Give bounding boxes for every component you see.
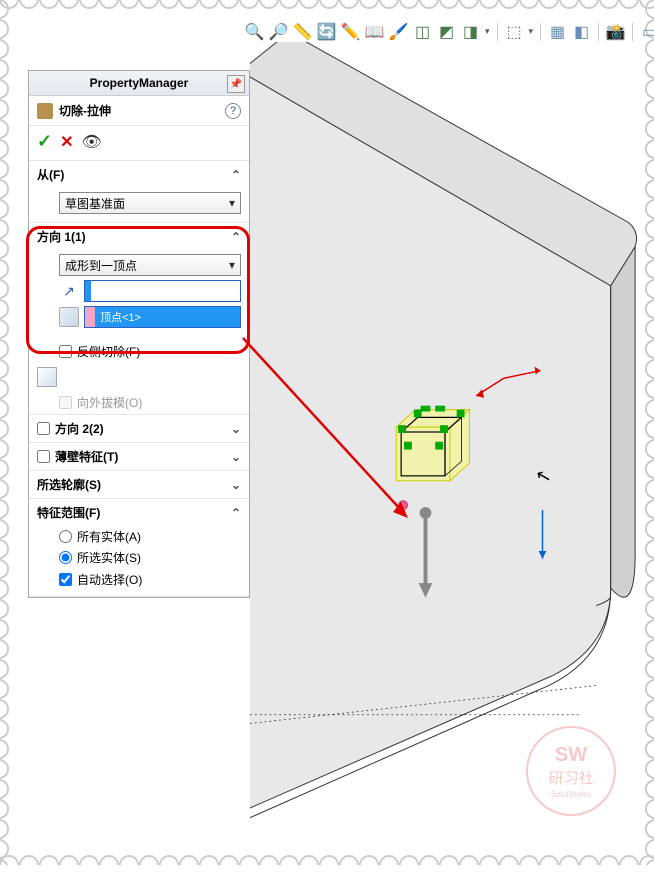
thin-feature-section-header[interactable]: 薄壁特征(T)⌄ <box>29 443 249 470</box>
vertex-selection-box[interactable]: 顶点<1> <box>84 306 241 328</box>
end-condition-combo[interactable]: 成形到一顶点 <box>59 254 241 276</box>
camera-icon[interactable]: 📸 <box>606 22 625 41</box>
ruler-icon[interactable]: 📏 <box>293 22 312 41</box>
zoom-fit-icon[interactable]: 🔍 <box>245 22 264 41</box>
auto-select-checkbox[interactable]: 自动选择(O) <box>29 568 249 596</box>
rotate-icon[interactable]: 🔄 <box>317 22 336 41</box>
cut-extrude-icon <box>37 103 53 119</box>
flip-side-checkbox[interactable]: 反侧切除(F) <box>29 340 249 363</box>
grid-icon[interactable]: ▦ <box>548 22 567 41</box>
display-style-icon[interactable]: ◫ <box>413 22 432 41</box>
selected-contours-header[interactable]: 所选轮廓(S)⌄ <box>29 471 249 498</box>
hidden-lines-icon[interactable]: ◩ <box>437 22 456 41</box>
pin-button[interactable]: 📌 <box>227 75 245 93</box>
eyedropper-icon[interactable]: ✏️ <box>341 22 360 41</box>
draft-outward-checkbox: 向外拔模(O) <box>29 391 249 414</box>
model-viewport[interactable] <box>250 42 640 842</box>
preview-button[interactable]: 👁 <box>82 132 102 152</box>
direction2-section-header[interactable]: 方向 2(2)⌄ <box>29 415 249 442</box>
view-toolbar: 🔍 🔎 📏 🔄 ✏️ 📖 🖌️ ◫ ◩ ◨ ▾ ⬚ ▾ ▦ ◧ 📸 ▭ <box>245 22 654 41</box>
ok-button[interactable]: ✓ <box>37 131 52 152</box>
all-bodies-radio[interactable]: 所有实体(A) <box>29 526 249 547</box>
zoom-area-icon[interactable]: 🔎 <box>269 22 288 41</box>
cancel-button[interactable]: ✕ <box>60 132 73 152</box>
direction2-checkbox[interactable] <box>37 422 50 435</box>
window-icon[interactable]: ▭ <box>640 22 654 41</box>
watermark: SW 研习社 SolidWorks <box>526 726 616 816</box>
thin-feature-checkbox[interactable] <box>37 450 50 463</box>
view-cube-icon[interactable]: ⬚ <box>505 22 524 41</box>
help-button[interactable]: ? <box>225 103 241 119</box>
reverse-direction-icon[interactable]: ↗ <box>59 281 79 301</box>
vertex-entity-icon <box>59 307 79 327</box>
direction1-section-header[interactable]: 方向 1(1)⌃ <box>29 223 249 250</box>
feature-header: 切除-拉伸 ? <box>29 96 249 126</box>
from-section-header[interactable]: 从(F)⌃ <box>29 161 249 188</box>
paint-icon[interactable]: 🖌️ <box>389 22 408 41</box>
selected-bodies-radio[interactable]: 所选实体(S) <box>29 547 249 568</box>
shaded-icon[interactable]: ◨ <box>461 22 480 41</box>
draft-icon[interactable] <box>37 367 57 387</box>
feature-scope-header[interactable]: 特征范围(F)⌃ <box>29 499 249 526</box>
layers-icon[interactable]: ◧ <box>572 22 591 41</box>
from-combo[interactable]: 草图基准面 <box>59 192 241 214</box>
property-manager-panel: PropertyManager 📌 切除-拉伸 ? ✓ ✕ 👁 从(F)⌃ 草图… <box>28 70 250 598</box>
feature-name: 切除-拉伸 <box>59 102 111 119</box>
panel-title: PropertyManager 📌 <box>29 71 249 96</box>
book-icon[interactable]: 📖 <box>365 22 384 41</box>
direction-selection-box[interactable] <box>84 280 241 302</box>
